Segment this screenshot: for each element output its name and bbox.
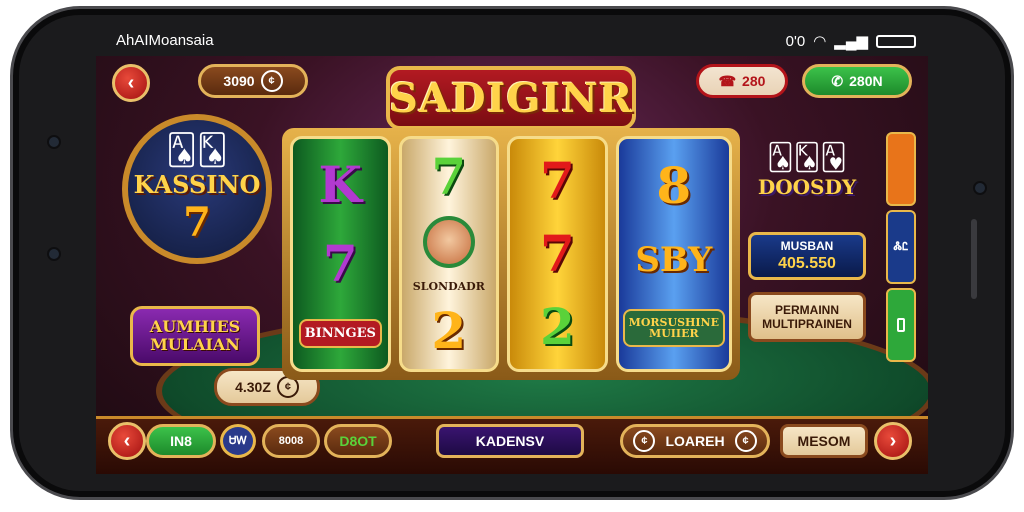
reel-symbol: SLONDADR — [412, 280, 485, 294]
reel-2[interactable]: 7 SLONDADR 2 — [398, 136, 500, 372]
phone-icon: ☎ — [718, 72, 737, 89]
win-value: 405.550 — [778, 254, 836, 272]
reel-symbol: BINNGES — [298, 319, 382, 349]
volume-button[interactable] — [971, 219, 977, 299]
wifi-icon: ◠ — [813, 33, 827, 50]
coin-balance[interactable]: 3090 ¢ — [198, 64, 308, 98]
shop-button[interactable]: ✆ 280N — [802, 64, 912, 98]
signal-icon: ▂▄▆ — [834, 33, 868, 50]
reel-symbol: 7 — [539, 151, 575, 211]
info-label: ᏌᎳ — [229, 434, 247, 447]
kassino-seven: 7 — [183, 198, 211, 246]
reel-symbol: MORSUSHINE MUIIER — [622, 309, 725, 347]
kassino-title: KASSINO — [133, 169, 261, 199]
reel-symbol: 2 — [431, 301, 467, 361]
multiplier-line1: PERMAINN — [774, 302, 839, 317]
badge-line1: AUMHIES — [149, 317, 241, 337]
menu-label: MESOM — [797, 433, 851, 449]
reel-symbol: 8 — [656, 156, 692, 215]
shop-icon: ✆ — [831, 72, 844, 89]
bottom-right-arrow[interactable]: › — [874, 422, 912, 460]
bottom-green-button[interactable]: IN8 — [146, 424, 216, 458]
bottom-green-label: IN8 — [170, 433, 192, 449]
clock-label: 0'0 — [785, 32, 806, 50]
reel-symbol: K — [318, 154, 362, 214]
reel-3[interactable]: 7 7 2 — [507, 136, 608, 372]
strip-green[interactable] — [886, 288, 916, 362]
reel-symbol: 2 — [539, 296, 575, 356]
reel-symbol: SBY — [635, 240, 713, 280]
badge-line2: MULAIAN — [150, 335, 240, 354]
cards-icon: 🂡🂮🂱 — [767, 142, 847, 172]
side-strip: ᏜᏝ — [886, 132, 916, 362]
spin-label: KADENSV — [475, 433, 545, 449]
coin-balance-value: 3090 — [223, 73, 255, 89]
game-title: SADIGINR — [386, 66, 636, 130]
rear-camera-icon — [973, 181, 987, 195]
doosdy-logo: 🂡🂮🂱 DOOSDY — [748, 142, 866, 199]
strip-orange[interactable] — [886, 132, 916, 206]
reel-4[interactable]: 8 SBY MORSUSHINE MUIIER — [615, 136, 732, 372]
lady-face-icon — [422, 215, 475, 268]
front-camera-icon — [47, 135, 61, 149]
reel-1[interactable]: K 7 BINNGES — [290, 136, 391, 372]
doosdy-title: DOOSDY — [757, 175, 857, 199]
battery-icon — [876, 34, 916, 48]
bottom-pill-2[interactable]: D8OT — [324, 424, 392, 458]
bottom-left-arrow[interactable]: ‹ — [108, 422, 146, 460]
shop-value: 280N — [849, 73, 883, 89]
menu-button[interactable]: MESOM — [780, 424, 868, 458]
coin-icon: ¢ — [734, 430, 757, 452]
bonus-value: 280 — [742, 73, 766, 89]
jackpot-badge: AUMHIES MULAIAN — [130, 306, 260, 366]
game-screen: ‹ 3090 ¢ SADIGINR ☎ 280 ✆ 280N 🂡🂮 KASSIN… — [96, 56, 928, 474]
reel-symbol: 7 — [322, 234, 358, 294]
multiplier-panel: PERMAINN MULTIPRAINEN — [748, 292, 866, 342]
bonus-button[interactable]: ☎ 280 — [696, 64, 788, 98]
kassino-logo: 🂡🂮 KASSINO 7 — [122, 114, 272, 264]
multiplier-line2: MULTIPRAINEN — [762, 317, 852, 331]
strip-blue[interactable]: ᏜᏝ — [886, 210, 916, 284]
reel-symbol: 7 — [431, 146, 467, 206]
sensor-icon — [47, 247, 61, 261]
bottom-pill-1-label: 8008 — [278, 435, 304, 447]
info-button[interactable]: ᏌᎳ — [220, 424, 256, 458]
coin-icon: ¢ — [633, 430, 656, 452]
bottom-pill-2-label: D8OT — [339, 433, 377, 449]
cards-icon: 🂡🂮 — [166, 133, 228, 167]
strip-label: ᏜᏝ — [893, 240, 909, 253]
status-bar: AhAIMoansaia 0'0 ◠ ▂▄▆ — [110, 30, 920, 52]
win-panel: MUSBAN 405.550 — [748, 232, 866, 280]
learn-button[interactable]: ¢ LOAREH ¢ — [620, 424, 770, 458]
coin-icon: ¢ — [260, 70, 283, 92]
carrier-label: AhAIMoansaia — [116, 32, 214, 49]
back-button[interactable]: ‹ — [112, 64, 150, 102]
spin-button[interactable]: KADENSV — [436, 424, 584, 458]
win-label: MUSBAN — [780, 239, 834, 254]
strip-toggle-icon — [897, 318, 905, 332]
bottom-pill-1[interactable]: 8008 — [262, 424, 320, 458]
learn-label: LOAREH — [665, 433, 725, 449]
bet-value: 4.30Z — [235, 379, 271, 395]
slot-reels: K 7 BINNGES 7 SLONDADR 2 7 7 2 8 SBY MOR… — [282, 128, 740, 380]
reel-symbol: 7 — [539, 223, 575, 283]
